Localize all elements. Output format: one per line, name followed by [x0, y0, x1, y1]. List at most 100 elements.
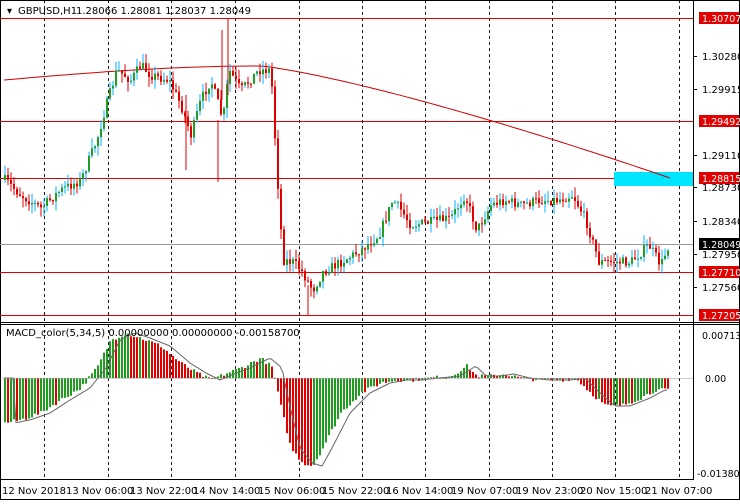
macd-bar	[31, 378, 33, 418]
macd-bar	[340, 378, 342, 413]
candle-body	[13, 183, 15, 189]
candle-body	[55, 192, 57, 202]
candle-body	[316, 286, 318, 292]
candle-body	[472, 206, 474, 222]
candle-body	[631, 257, 633, 264]
macd-bar	[619, 378, 621, 407]
candle-body	[619, 261, 621, 264]
macd-bar	[508, 376, 510, 378]
time-label: 12 Nov 2018	[2, 486, 66, 497]
macd-bar	[133, 336, 135, 378]
macd-bar	[319, 378, 321, 456]
macd-bar	[349, 378, 351, 406]
macd-bar	[625, 378, 627, 405]
candle-body	[274, 86, 276, 139]
time-label: 21 Nov 07:00	[645, 486, 712, 497]
candle-body	[454, 208, 456, 215]
macd-bar	[55, 378, 57, 406]
candle-body	[112, 85, 114, 89]
macd-bar	[343, 378, 345, 410]
candle-body	[262, 69, 264, 75]
macd-bar	[121, 336, 123, 378]
macd-bar	[46, 378, 48, 411]
candle-body	[295, 259, 297, 262]
macd-bar	[655, 378, 657, 392]
macd-bar	[82, 378, 84, 385]
candle-body	[172, 80, 174, 90]
candle-body	[211, 84, 213, 89]
candle-body	[376, 238, 378, 244]
candle-body	[385, 220, 387, 222]
candle-body	[244, 82, 246, 86]
macd-bar	[7, 378, 9, 423]
candle-body	[25, 198, 27, 202]
candle-body	[28, 201, 30, 205]
candle-body	[646, 244, 648, 246]
macd-bar	[265, 364, 267, 378]
candle-body	[223, 108, 225, 115]
time-label: 13 Nov 06:00	[66, 486, 133, 497]
candle-body	[388, 206, 390, 222]
candle-body	[400, 201, 402, 210]
candle-body	[337, 259, 339, 269]
candle-body	[31, 202, 33, 205]
macd-bar	[169, 354, 171, 378]
macd-bar	[97, 365, 99, 378]
macd-label: MACD_color(5,34,5) 0.00000000 0.00000000…	[6, 328, 300, 339]
candle-body	[514, 198, 516, 207]
time-label: 16 Nov 14:00	[386, 486, 453, 497]
candle-body	[115, 70, 117, 86]
candle-body	[199, 100, 201, 112]
candle-body	[628, 263, 630, 266]
candle-body	[457, 208, 459, 210]
macd-bar	[181, 362, 183, 378]
macd-bar	[208, 377, 210, 379]
macd-bar	[151, 341, 153, 378]
time-label: 19 Nov 07:00	[451, 486, 518, 497]
candle-body	[610, 260, 612, 263]
macd-bar	[64, 378, 66, 398]
macd-bar	[70, 378, 72, 396]
macd-bar	[166, 350, 168, 378]
candle-body	[511, 198, 513, 202]
candle-body	[622, 257, 624, 264]
macd-bar	[295, 378, 297, 454]
macd-bar	[253, 361, 255, 378]
candle-body	[550, 200, 552, 205]
candle-body	[103, 117, 105, 129]
level-label: 1.30707	[702, 14, 740, 25]
macd-bar	[628, 378, 630, 404]
candle-body	[64, 186, 66, 188]
candle-body	[595, 239, 597, 252]
candle-body	[529, 202, 531, 207]
macd-bar	[370, 378, 372, 387]
candle-body	[205, 91, 207, 95]
chart-canvas[interactable]: ▾ GBPUSD,H1 1.28066 1.28081 1.28037 1.28…	[0, 0, 740, 500]
time-label: 14 Nov 14:00	[193, 486, 260, 497]
candle-body	[100, 128, 102, 138]
macd-bar	[67, 378, 69, 397]
resistance-zone[interactable]	[614, 172, 693, 186]
candle-body	[304, 271, 306, 281]
candle-body	[538, 198, 540, 204]
candle-body	[532, 198, 534, 207]
macd-bar	[646, 378, 648, 395]
macd-bar	[313, 378, 315, 465]
candle-body	[391, 203, 393, 207]
horizontal-levels[interactable]	[0, 18, 693, 316]
candle-body	[508, 201, 510, 203]
candle-body	[601, 260, 603, 265]
candle-body	[160, 75, 162, 82]
candle-body	[634, 257, 636, 260]
candle-body	[52, 199, 54, 202]
candle-body	[289, 259, 291, 264]
trading-chart[interactable]: ▾ GBPUSD,H1 1.28066 1.28081 1.28037 1.28…	[0, 0, 740, 500]
macd-bar	[28, 378, 30, 419]
candle-body	[421, 219, 423, 225]
candle-body	[181, 100, 183, 113]
macd-bar	[106, 348, 108, 378]
candle-body	[487, 210, 489, 220]
macd-bar	[175, 359, 177, 378]
gridlines	[44, 0, 680, 479]
macd-bar	[664, 378, 666, 389]
